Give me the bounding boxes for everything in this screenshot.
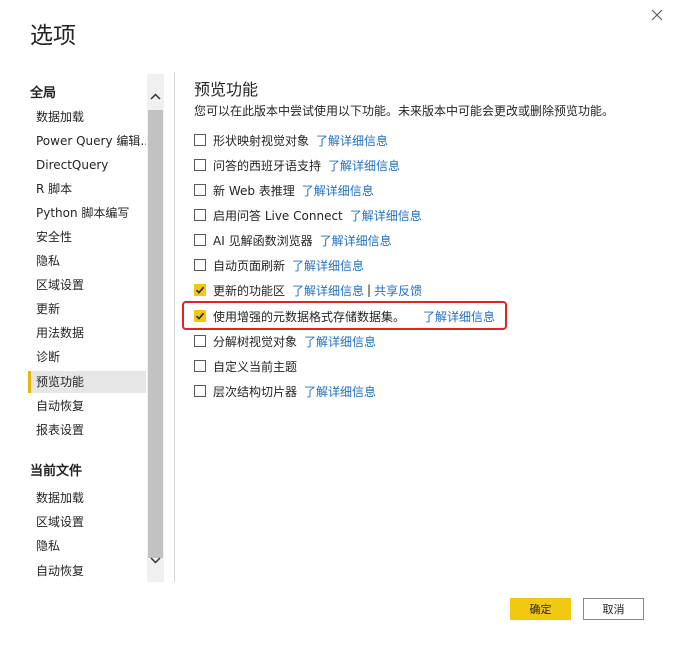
- option-label: 更新的功能区: [213, 283, 286, 298]
- option-checkbox-checked[interactable]: [194, 310, 206, 322]
- link-separator: |: [367, 283, 372, 297]
- option-label: AI 见解函数浏览器: [213, 233, 313, 248]
- learn-more-link[interactable]: 了解详细信息: [320, 232, 392, 249]
- option-checkbox[interactable]: [194, 385, 206, 397]
- option-label: 形状映射视觉对象: [213, 133, 310, 148]
- checkmark-icon: [195, 286, 205, 294]
- cancel-button[interactable]: 取消: [583, 598, 644, 620]
- sidebar-item-regional-settings[interactable]: 区域设置: [28, 274, 146, 296]
- option-checkbox-checked[interactable]: [194, 284, 206, 296]
- sidebar-item-auto-recovery[interactable]: 自动恢复: [28, 395, 146, 417]
- option-row: 分解树视觉对象 了解详细信息: [194, 331, 376, 351]
- sidebar-item-usage-data[interactable]: 用法数据: [28, 322, 146, 344]
- sidebar-item-file-regional-settings[interactable]: 区域设置: [28, 511, 146, 533]
- scroll-down-button[interactable]: [147, 552, 164, 569]
- option-label: 自定义当前主题: [213, 359, 298, 374]
- option-label: 层次结构切片器: [213, 384, 298, 399]
- option-checkbox[interactable]: [194, 134, 206, 146]
- sidebar-item-report-settings[interactable]: 报表设置: [28, 419, 146, 441]
- panel-divider: [174, 72, 175, 582]
- option-row: 更新的功能区 了解详细信息 | 共享反馈: [194, 280, 422, 300]
- close-button[interactable]: [646, 4, 668, 26]
- learn-more-link[interactable]: 了解详细信息: [423, 308, 495, 325]
- scroll-thumb[interactable]: [148, 110, 163, 558]
- learn-more-link[interactable]: 了解详细信息: [292, 282, 364, 299]
- sidebar-item-diagnostics[interactable]: 诊断: [28, 346, 146, 368]
- dialog-title: 选项: [30, 23, 76, 49]
- section-header-global: 全局: [30, 86, 57, 101]
- sidebar-item-power-query[interactable]: Power Query 编辑...: [28, 130, 146, 152]
- checkmark-icon: [195, 312, 205, 320]
- options-sidebar: 全局 数据加载 Power Query 编辑... DirectQuery R …: [28, 74, 148, 582]
- sidebar-item-security[interactable]: 安全性: [28, 226, 146, 248]
- sidebar-item-file-privacy[interactable]: 隐私: [28, 535, 146, 557]
- sidebar-item-python-script[interactable]: Python 脚本编写: [28, 202, 146, 224]
- option-row: 自定义当前主题: [194, 356, 304, 376]
- learn-more-link[interactable]: 了解详细信息: [316, 132, 388, 149]
- sidebar-item-privacy[interactable]: 隐私: [28, 250, 146, 272]
- sidebar-item-preview-features[interactable]: 预览功能: [28, 371, 146, 393]
- learn-more-link[interactable]: 了解详细信息: [304, 333, 376, 350]
- option-row: 形状映射视觉对象 了解详细信息: [194, 130, 388, 150]
- option-label: 启用问答 Live Connect: [213, 208, 343, 223]
- learn-more-link[interactable]: 了解详细信息: [328, 157, 400, 174]
- option-row: AI 见解函数浏览器 了解详细信息: [194, 230, 392, 250]
- sidebar-scrollbar[interactable]: [147, 74, 164, 582]
- learn-more-link[interactable]: 了解详细信息: [292, 257, 364, 274]
- option-row: 新 Web 表推理 了解详细信息: [194, 180, 374, 200]
- option-label: 新 Web 表推理: [213, 183, 295, 198]
- option-checkbox[interactable]: [194, 360, 206, 372]
- option-row: 问答的西班牙语支持 了解详细信息: [194, 155, 400, 175]
- chevron-up-icon: [150, 93, 161, 100]
- sidebar-item-updates[interactable]: 更新: [28, 298, 146, 320]
- option-row: 使用增强的元数据格式存储数据集。 了解详细信息: [194, 306, 495, 326]
- option-label: 分解树视觉对象: [213, 334, 298, 349]
- option-label: 问答的西班牙语支持: [213, 158, 322, 173]
- page-title: 预览功能: [194, 80, 259, 99]
- option-checkbox[interactable]: [194, 259, 206, 271]
- chevron-down-icon: [150, 557, 161, 564]
- option-row: 自动页面刷新 了解详细信息: [194, 255, 364, 275]
- close-icon: [651, 9, 663, 21]
- option-label: 使用增强的元数据格式存储数据集。: [213, 309, 406, 324]
- sidebar-item-data-load[interactable]: 数据加载: [28, 106, 146, 128]
- option-checkbox[interactable]: [194, 209, 206, 221]
- option-checkbox[interactable]: [194, 159, 206, 171]
- page-description: 您可以在此版本中尝试使用以下功能。未来版本中可能会更改或删除预览功能。: [194, 104, 615, 118]
- section-header-current-file: 当前文件: [30, 464, 83, 479]
- sidebar-item-directquery[interactable]: DirectQuery: [28, 154, 146, 176]
- option-checkbox[interactable]: [194, 335, 206, 347]
- sidebar-item-r-script[interactable]: R 脚本: [28, 178, 146, 200]
- option-checkbox[interactable]: [194, 184, 206, 196]
- learn-more-link[interactable]: 了解详细信息: [302, 182, 374, 199]
- share-feedback-link[interactable]: 共享反馈: [374, 282, 422, 299]
- learn-more-link[interactable]: 了解详细信息: [350, 207, 422, 224]
- option-row: 启用问答 Live Connect 了解详细信息: [194, 205, 422, 225]
- option-checkbox[interactable]: [194, 234, 206, 246]
- ok-button[interactable]: 确定: [510, 598, 571, 620]
- scroll-up-button[interactable]: [147, 88, 164, 105]
- sidebar-item-file-auto-recovery[interactable]: 自动恢复: [28, 560, 146, 582]
- option-label: 自动页面刷新: [213, 258, 286, 273]
- option-row: 层次结构切片器 了解详细信息: [194, 381, 376, 401]
- learn-more-link[interactable]: 了解详细信息: [304, 383, 376, 400]
- sidebar-item-file-data-load[interactable]: 数据加载: [28, 487, 146, 509]
